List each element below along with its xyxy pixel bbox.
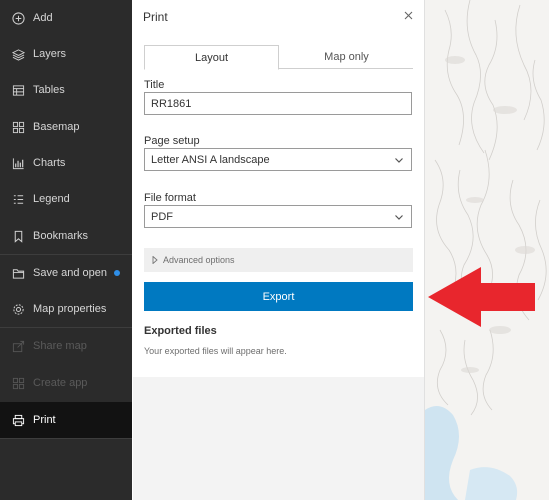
grid-icon <box>11 376 25 390</box>
page-setup-value: Letter ANSI A landscape <box>151 153 270 166</box>
folder-icon <box>11 266 25 280</box>
file-format-select[interactable]: PDF <box>144 205 412 228</box>
chevron-right-icon <box>152 255 158 265</box>
nav-item-bookmarks[interactable]: Bookmarks <box>0 218 132 254</box>
exported-files-note: Your exported files will appear here. <box>144 346 287 356</box>
print-panel-body: Print Layout Map only Title RR1861 Page … <box>133 0 424 377</box>
bookmark-icon <box>11 229 25 243</box>
page-setup-select[interactable]: Letter ANSI A landscape <box>144 148 412 171</box>
chevron-down-icon <box>393 153 405 167</box>
table-icon <box>11 83 25 97</box>
file-format-value: PDF <box>151 210 173 223</box>
nav-item-label: Add <box>33 12 53 24</box>
nav-item-print[interactable]: Print <box>0 402 132 438</box>
exported-files-heading: Exported files <box>144 325 217 337</box>
chart-icon <box>11 156 25 170</box>
tab-layout[interactable]: Layout <box>144 45 279 70</box>
nav-item-label: Share map <box>33 340 87 352</box>
nav-item-map-properties[interactable]: Map properties <box>0 291 132 327</box>
annotation-arrow-icon <box>428 267 535 327</box>
side-nav: Add Layers Tables Basemap Charts Legend <box>0 0 132 500</box>
gear-icon <box>11 302 25 316</box>
panel-title: Print <box>143 10 168 24</box>
nav-item-basemap[interactable]: Basemap <box>0 109 132 145</box>
add-circle-icon <box>11 11 25 25</box>
notification-dot <box>114 270 121 276</box>
basemap-icon <box>11 120 25 134</box>
share-icon <box>11 339 25 353</box>
nav-item-label: Create app <box>33 377 88 389</box>
title-label: Title <box>144 79 165 91</box>
terrain-map-image <box>425 0 549 500</box>
nav-divider <box>0 438 132 439</box>
tab-map-only[interactable]: Map only <box>280 45 413 69</box>
nav-item-share-map: Share map <box>0 328 132 364</box>
nav-item-save-and-open[interactable]: Save and open <box>0 255 132 291</box>
nav-item-label: Legend <box>33 193 70 205</box>
nav-item-label: Tables <box>33 84 65 96</box>
nav-item-layers[interactable]: Layers <box>0 36 132 72</box>
nav-item-legend[interactable]: Legend <box>0 181 132 217</box>
nav-item-label: Map properties <box>33 303 107 315</box>
printer-icon <box>11 413 25 427</box>
page-setup-label: Page setup <box>144 135 200 147</box>
export-button[interactable]: Export <box>144 282 413 311</box>
advanced-options-label: Advanced options <box>163 255 235 265</box>
nav-item-charts[interactable]: Charts <box>0 145 132 181</box>
print-tabs: Layout Map only <box>144 45 413 70</box>
nav-item-label: Save and open <box>33 267 108 279</box>
nav-item-label: Print <box>33 414 56 426</box>
nav-item-label: Layers <box>33 48 67 60</box>
advanced-options-toggle[interactable]: Advanced options <box>144 248 413 272</box>
nav-item-label: Basemap <box>33 121 80 133</box>
title-input-value: RR1861 <box>151 97 192 110</box>
nav-item-label: Bookmarks <box>33 230 89 242</box>
map-view[interactable] <box>424 0 549 500</box>
file-format-label: File format <box>144 192 196 204</box>
nav-item-create-app: Create app <box>0 365 132 401</box>
title-input[interactable]: RR1861 <box>144 92 412 115</box>
nav-item-label: Charts <box>33 157 66 169</box>
nav-item-tables[interactable]: Tables <box>0 72 132 108</box>
print-panel: Print Layout Map only Title RR1861 Page … <box>133 0 424 500</box>
nav-item-add[interactable]: Add <box>0 0 132 36</box>
close-icon[interactable] <box>402 9 414 23</box>
legend-icon <box>11 192 25 206</box>
layers-icon <box>11 47 25 61</box>
chevron-down-icon <box>393 210 405 224</box>
